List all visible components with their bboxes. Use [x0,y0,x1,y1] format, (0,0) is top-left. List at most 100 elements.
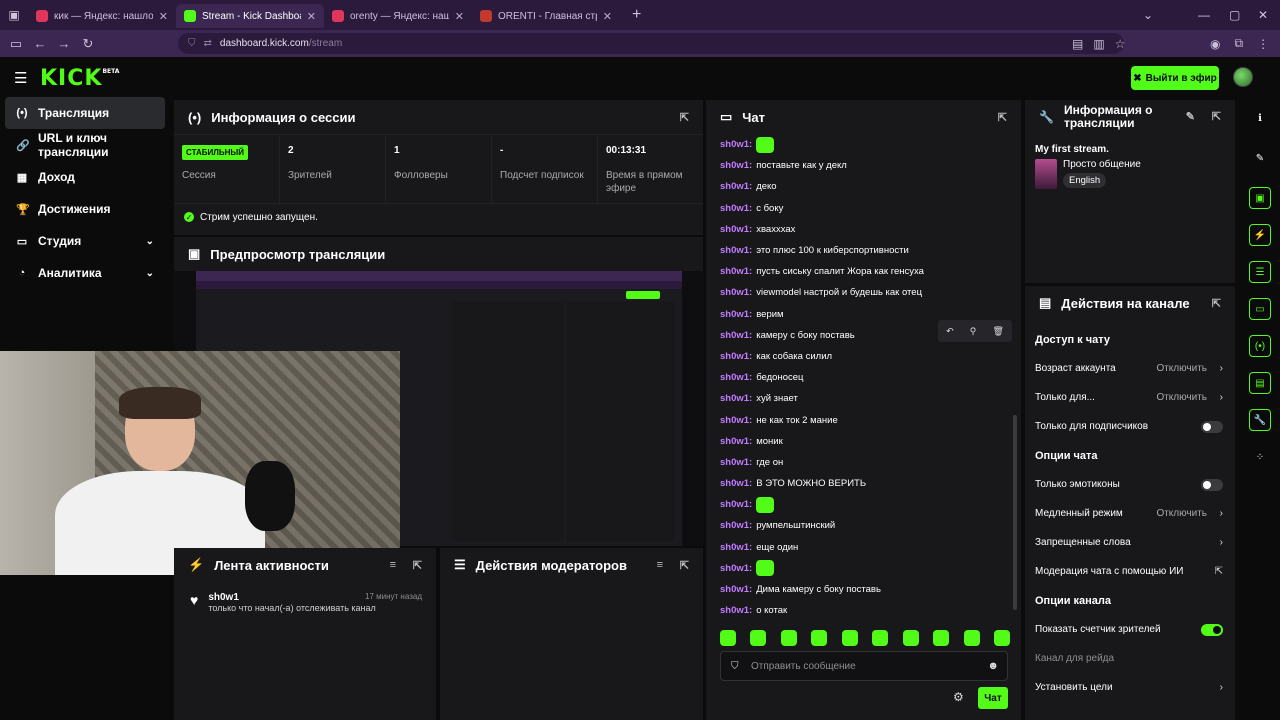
gear-icon[interactable]: ⚙ [953,690,964,704]
chat-messages[interactable]: sh0w1: sh0w1: поставьте как у декл sh0w1: де… [720,134,1010,621]
chat-username[interactable]: sh0w1: [720,542,752,553]
chat-username[interactable]: sh0w1: [720,563,752,574]
activity-widget-icon[interactable]: ⚡ [1249,224,1271,246]
chat-username[interactable]: sh0w1: [720,224,752,235]
chat-username[interactable]: sh0w1: [720,160,752,171]
close-window-icon[interactable]: ✕ [1258,0,1268,30]
emote-icon[interactable] [872,630,889,646]
new-tab-button[interactable]: + [632,6,641,24]
activity-user[interactable]: sh0w1 [208,592,375,603]
chat-username[interactable]: sh0w1: [720,181,752,192]
popout-icon[interactable]: ⇱ [1212,297,1221,310]
filter-icon[interactable]: ≡ [657,559,663,571]
site-settings-icon[interactable]: ⇄ [204,38,212,49]
chat-username[interactable]: sh0w1: [720,605,752,616]
minimize-icon[interactable]: — [1198,0,1210,30]
info-icon[interactable]: ℹ [1249,107,1271,129]
chat-message[interactable]: sh0w1: о котак [720,600,1010,621]
channel-setting-row[interactable]: Канал для рейда [1025,644,1235,673]
browser-tab[interactable]: кик — Яндекс: нашлось 236 ты ✕ [28,4,176,28]
emote-icon[interactable] [933,630,950,646]
chat-username[interactable]: sh0w1: [720,287,752,298]
chat-username[interactable]: sh0w1: [720,520,752,531]
filter-icon[interactable]: ≡ [390,559,396,571]
chat-message[interactable]: sh0w1: Дима камеру с боку поставь [720,579,1010,600]
emote-icon[interactable] [720,630,736,646]
chat-message[interactable]: sh0w1: [720,494,1010,515]
popout-icon[interactable]: ⇱ [1212,111,1221,124]
chat-send-button[interactable]: Чат [978,687,1008,709]
emote-icon[interactable] [993,630,1010,646]
chat-message[interactable]: sh0w1: с боку [720,198,1010,219]
url-field[interactable]: ⛉ ⇄ dashboard.kick.com/stream [178,33,1124,54]
chat-message[interactable]: sh0w1: поставьте как у декл [720,155,1010,176]
channel-setting-row[interactable]: Запрещенные слова › [1025,528,1235,557]
toggle-switch[interactable] [1201,623,1223,636]
chat-username[interactable]: sh0w1: [720,330,752,341]
close-tab-icon[interactable]: ✕ [603,10,612,23]
edit-icon[interactable]: ✎ [1186,111,1195,124]
channel-setting-row[interactable]: Установить цели › [1025,673,1235,702]
channel-setting-row[interactable]: Только эмотиконы [1025,470,1235,499]
forward-icon[interactable]: → [52,36,76,51]
sidebar-item[interactable]: ▦ Доход [0,161,170,193]
popout-icon[interactable]: ⇱ [680,559,689,572]
chat-message[interactable]: sh0w1: [720,134,1010,155]
sidebar-item[interactable]: 🔗 URL и ключ трансляции [0,129,170,161]
chat-message[interactable]: sh0w1: [720,558,1010,579]
chat-username[interactable]: sh0w1: [720,393,752,404]
toggle-switch[interactable] [1201,478,1223,491]
maximize-icon[interactable]: ▢ [1229,0,1240,30]
chat-message[interactable]: sh0w1: румпельштинский [720,515,1010,536]
chat-message[interactable]: sh0w1: В ЭТО МОЖНО ВЕРИТЬ [720,473,1010,494]
popout-icon[interactable]: ⇱ [998,111,1007,124]
emote-icon[interactable] [811,630,828,646]
reader-icon[interactable]: ▥ [1093,37,1104,51]
extensions-icon[interactable]: ⧉ [1234,36,1243,51]
emote-icon[interactable] [841,630,858,646]
chat-message[interactable]: sh0w1: бедоносец [720,367,1010,388]
browser-menu-icon[interactable]: ⋮ [1257,37,1269,51]
pencil-icon[interactable]: ✎ [1249,147,1271,169]
chat-username[interactable]: sh0w1: [720,139,752,150]
mod-widget-icon[interactable]: ☰ [1249,261,1271,283]
emoji-icon[interactable]: ☻ [987,660,999,672]
wrench-widget-icon[interactable]: 🔧 [1249,409,1271,431]
channel-setting-row[interactable]: Модерация чата с помощью ИИ ⇱ [1025,557,1235,586]
window-menu-icon[interactable]: ▣ [0,0,28,30]
chat-username[interactable]: sh0w1: [720,478,752,489]
chat-username[interactable]: sh0w1: [720,415,752,426]
chat-message[interactable]: sh0w1: пусть сиську спалит Жора как генсу… [720,261,1010,282]
toggle-switch[interactable] [1201,420,1223,433]
chat-widget-icon[interactable]: ▭ [1249,298,1271,320]
emote-icon[interactable] [902,630,919,646]
chat-message-input[interactable]: ⛉ Отправить сообщение ☻ [720,651,1008,681]
emote-icon[interactable] [750,630,767,646]
browser-tab[interactable]: ORENTI - Главная страница ✕ [472,4,620,28]
channel-setting-row[interactable]: Медленный режим Отключить › [1025,499,1235,528]
sidebar-item[interactable]: ▭ Студия ⌄ [0,225,170,257]
channel-setting-row[interactable]: Показать счетчик зрителей [1025,615,1235,644]
channel-setting-row[interactable]: Только для... Отключить › [1025,383,1235,412]
back-icon[interactable]: ← [28,36,52,51]
delete-icon[interactable]: 🗑 [992,326,1003,337]
chat-username[interactable]: sh0w1: [720,309,752,320]
chat-message[interactable]: sh0w1: где он [720,452,1010,473]
chat-username[interactable]: sh0w1: [720,499,752,510]
chat-message[interactable]: sh0w1: моник [720,431,1010,452]
browser-tab[interactable]: orenty — Яндекс: нашлось 2 ты ✕ [324,4,472,28]
browser-tab[interactable]: Stream - Kick Dashboard ✕ [176,4,324,28]
close-tab-icon[interactable]: ✕ [307,10,316,23]
channel-widget-icon[interactable]: ▤ [1249,372,1271,394]
chat-message[interactable]: sh0w1: еще один [720,537,1010,558]
emote-icon[interactable] [780,630,797,646]
chat-username[interactable]: sh0w1: [720,457,752,468]
sidebar-toggle-icon[interactable]: ▭ [4,36,28,52]
account-icon[interactable]: ◉ [1210,37,1220,51]
chat-message[interactable]: sh0w1: viewmodel настрой и будешь как оте… [720,282,1010,303]
emote-icon[interactable] [963,630,980,646]
channel-setting-row[interactable]: Возраст аккаунта Отключить › [1025,354,1235,383]
chat-message[interactable]: sh0w1: хуй знает [720,388,1010,409]
chat-message[interactable]: sh0w1: это плюс 100 к киберспортивности [720,240,1010,261]
pin-icon[interactable]: ⚲ [970,326,977,337]
